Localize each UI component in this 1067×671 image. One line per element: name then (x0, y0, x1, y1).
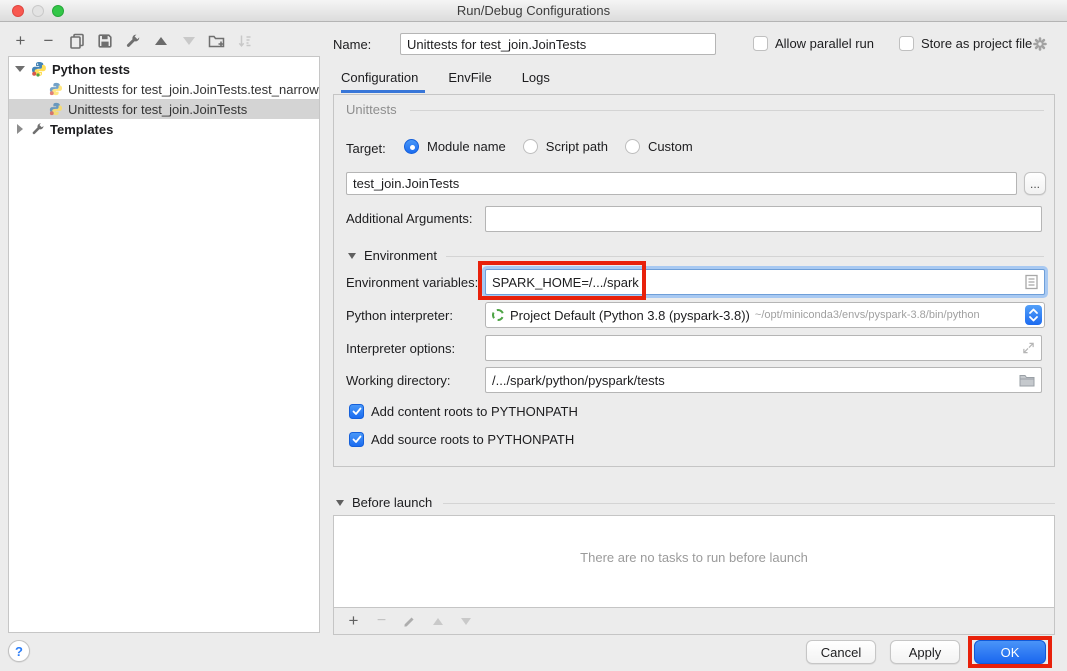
edit-templates-icon[interactable] (124, 33, 141, 50)
tree-item-label: Templates (50, 122, 113, 137)
tree-item-unittest-jointests[interactable]: Unittests for test_join.JoinTests (9, 99, 319, 119)
config-tabs: Configuration EnvFile Logs (341, 70, 550, 91)
radio-custom[interactable] (625, 139, 640, 154)
env-vars-editor-icon[interactable] (1025, 275, 1038, 290)
interpreter-options-input[interactable] (485, 335, 1042, 361)
unittests-groupbox: Unittests Target: Module name Script pat… (333, 94, 1055, 467)
tree-item-unittest-narrow[interactable]: Unittests for test_join.JoinTests.test_n… (9, 79, 319, 99)
tree-item-label: Unittests for test_join.JoinTests.test_n… (68, 82, 319, 97)
radio-module-name-label: Module name (427, 139, 506, 154)
checkbox-checked-icon[interactable] (349, 432, 364, 447)
environment-collapse-icon[interactable] (348, 253, 356, 259)
help-button[interactable]: ? (8, 640, 30, 662)
collapsed-arrow-icon[interactable] (9, 124, 31, 134)
tree-item-templates[interactable]: Templates (9, 119, 319, 139)
add-content-roots-label: Add content roots to PYTHONPATH (371, 404, 578, 419)
store-settings-gear-icon[interactable] (1032, 36, 1048, 55)
tab-logs[interactable]: Logs (522, 70, 550, 91)
before-launch-toolbar: + − (334, 607, 1054, 634)
move-task-up-icon (430, 618, 445, 625)
browse-folder-icon[interactable] (1019, 374, 1035, 387)
checkbox-unchecked-icon[interactable] (753, 36, 768, 51)
tree-item-label: Python tests (52, 62, 130, 77)
combobox-stepper-icon[interactable] (1025, 305, 1042, 325)
radio-script-path-label: Script path (546, 139, 608, 154)
configurations-toolbar: + − (12, 32, 253, 50)
ok-button[interactable]: OK (974, 640, 1046, 664)
add-content-roots-checkbox[interactable]: Add content roots to PYTHONPATH (349, 404, 578, 419)
move-task-down-icon (458, 618, 473, 625)
move-up-icon[interactable] (152, 33, 169, 50)
interpreter-options-label: Interpreter options: (346, 341, 455, 356)
working-directory-value: /.../spark/python/pyspark/tests (492, 373, 665, 388)
tree-item-python-tests[interactable]: Python tests (9, 59, 319, 79)
before-launch-empty-text: There are no tasks to run before launch (334, 550, 1054, 565)
python-interpreter-label: Python interpreter: (346, 308, 453, 323)
radio-custom-label: Custom (648, 139, 693, 154)
before-launch-collapse-icon[interactable] (336, 500, 344, 506)
target-label: Target: (346, 141, 386, 156)
checkbox-unchecked-icon[interactable] (899, 36, 914, 51)
sort-alphabetically-icon (236, 33, 253, 50)
name-input[interactable] (400, 33, 716, 55)
cancel-button[interactable]: Cancel (806, 640, 876, 664)
section-divider (446, 256, 1044, 257)
environment-section-label: Environment (364, 248, 437, 263)
expand-field-icon[interactable] (1022, 342, 1035, 355)
tab-envfile[interactable]: EnvFile (448, 70, 491, 91)
tree-item-label: Unittests for test_join.JoinTests (68, 102, 247, 117)
unittests-group-label: Unittests (346, 102, 397, 117)
python-interpreter-select[interactable]: Project Default (Python 3.8 (pyspark-3.8… (485, 302, 1045, 328)
active-tab-underline (341, 90, 425, 93)
checkbox-checked-icon[interactable] (349, 404, 364, 419)
store-as-project-file-label: Store as project file (921, 36, 1032, 51)
browse-button[interactable]: ... (1024, 172, 1046, 195)
section-divider (443, 503, 1055, 504)
additional-arguments-label: Additional Arguments: (346, 211, 472, 226)
move-down-icon (180, 33, 197, 50)
remove-task-icon: − (374, 612, 389, 630)
python-interpreter-path: ~/opt/miniconda3/envs/pyspark-3.8/bin/py… (755, 309, 980, 321)
add-source-roots-label: Add source roots to PYTHONPATH (371, 432, 574, 447)
environment-variables-value: SPARK_HOME=/.../spark (492, 275, 639, 290)
save-configuration-icon[interactable] (96, 33, 113, 50)
python-interpreter-value: Project Default (Python 3.8 (pyspark-3.8… (510, 308, 750, 323)
python-tests-icon (31, 61, 47, 77)
working-directory-input[interactable]: /.../spark/python/pyspark/tests (485, 367, 1042, 393)
add-task-icon[interactable]: + (346, 613, 361, 629)
environment-variables-label: Environment variables: (346, 275, 478, 290)
edit-task-icon (402, 615, 417, 628)
additional-arguments-input[interactable] (485, 206, 1042, 232)
before-launch-panel: There are no tasks to run before launch … (333, 515, 1055, 635)
conda-environment-icon (492, 309, 504, 321)
working-directory-label: Working directory: (346, 373, 451, 388)
tab-configuration[interactable]: Configuration (341, 70, 418, 91)
copy-configuration-icon[interactable] (68, 33, 85, 50)
apply-button[interactable]: Apply (890, 640, 960, 664)
store-as-project-file-checkbox[interactable]: Store as project file (899, 36, 1032, 51)
radio-module-name[interactable] (404, 139, 419, 154)
run-debug-configurations-dialog: Run/Debug Configurations + − Python (0, 0, 1067, 671)
allow-parallel-run-checkbox[interactable]: Allow parallel run (753, 36, 874, 51)
add-configuration-icon[interactable]: + (12, 33, 29, 50)
remove-configuration-icon[interactable]: − (40, 33, 57, 50)
configurations-tree: Python tests Unittests for test_join.Joi… (8, 56, 320, 633)
target-radio-group: Module name Script path Custom (404, 139, 693, 154)
python-test-icon (49, 82, 63, 96)
window-title: Run/Debug Configurations (0, 0, 1067, 22)
group-divider (410, 110, 1044, 111)
radio-script-path[interactable] (523, 139, 538, 154)
new-folder-icon[interactable] (208, 33, 225, 50)
add-source-roots-checkbox[interactable]: Add source roots to PYTHONPATH (349, 432, 574, 447)
name-label: Name: (333, 37, 371, 52)
environment-variables-input[interactable]: SPARK_HOME=/.../spark (485, 269, 1045, 295)
wrench-icon (31, 122, 45, 136)
python-test-icon (49, 102, 63, 116)
allow-parallel-run-label: Allow parallel run (775, 36, 874, 51)
expanded-arrow-icon[interactable] (9, 66, 31, 72)
before-launch-section-label: Before launch (352, 495, 432, 510)
title-bar: Run/Debug Configurations (0, 0, 1067, 22)
target-input[interactable] (346, 172, 1017, 195)
